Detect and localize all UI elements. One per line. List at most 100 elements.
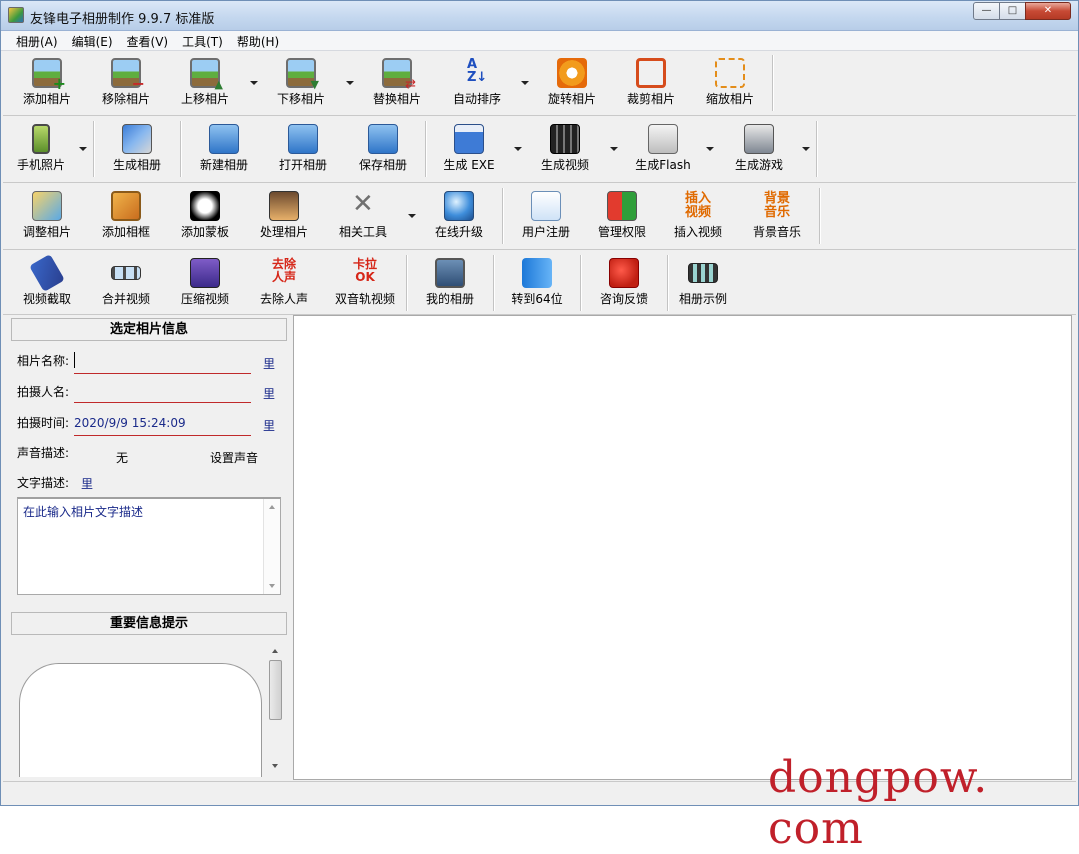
remove-voice-button[interactable]: 去除 人声 去除人声 bbox=[250, 251, 318, 315]
menu-help[interactable]: 帮助(H) bbox=[230, 31, 286, 50]
build-album-icon bbox=[122, 124, 152, 154]
album-example-button[interactable]: 相册示例 bbox=[669, 251, 737, 315]
manage-permission-button[interactable]: 管理权限 bbox=[588, 184, 656, 248]
replace-photo-label: 替换相片 bbox=[372, 92, 421, 106]
upgrade-globe-icon bbox=[444, 191, 474, 221]
photo-name-edit-button[interactable]: 里 bbox=[263, 355, 275, 372]
build-game-label: 生成游戏 bbox=[734, 158, 783, 172]
add-photo-button[interactable]: 添加相片 bbox=[13, 51, 81, 115]
toolbar-separator bbox=[819, 188, 821, 244]
build-video-button[interactable]: 生成视频 bbox=[531, 117, 599, 181]
open-album-icon bbox=[288, 124, 318, 154]
close-button[interactable]: ✕ bbox=[1025, 2, 1071, 20]
video-dropdown-arrow-icon[interactable] bbox=[610, 147, 618, 151]
photographer-edit-button[interactable]: 里 bbox=[263, 385, 275, 402]
exe-dropdown-arrow-icon[interactable] bbox=[514, 147, 522, 151]
photographer-field[interactable] bbox=[74, 382, 251, 403]
adjust-photo-button[interactable]: 调整相片 bbox=[13, 184, 81, 248]
dual-track-video-button[interactable]: 卡拉 OK 双音轨视频 bbox=[327, 251, 403, 315]
menu-edit[interactable]: 编辑(E) bbox=[65, 31, 120, 50]
game-dropdown-arrow-icon[interactable] bbox=[802, 147, 810, 151]
zoom-icon bbox=[715, 58, 745, 88]
rotate-photo-label: 旋转相片 bbox=[547, 92, 596, 106]
zoom-photo-label: 缩放相片 bbox=[705, 92, 754, 106]
feedback-button[interactable]: 咨询反馈 bbox=[590, 251, 658, 315]
background-music-button[interactable]: 背景 音乐 背景音乐 bbox=[743, 184, 811, 248]
new-album-icon bbox=[209, 124, 239, 154]
title-bar: 友锋电子相册制作 9.9.7 标准版 — □ ✕ bbox=[1, 1, 1078, 31]
remove-voice-icon: 去除 人声 bbox=[271, 257, 296, 284]
build-exe-button[interactable]: 生成 EXE bbox=[435, 117, 503, 181]
photo-preview-area[interactable] bbox=[293, 315, 1072, 780]
add-mask-button[interactable]: 添加蒙板 bbox=[171, 184, 239, 248]
open-album-button[interactable]: 打开相册 bbox=[269, 117, 337, 181]
merge-video-button[interactable]: 合并视频 bbox=[92, 251, 160, 315]
minimize-button[interactable]: — bbox=[973, 2, 1000, 20]
game-icon bbox=[744, 124, 774, 154]
text-caret bbox=[74, 352, 75, 368]
video-cut-button[interactable]: 视频截取 bbox=[13, 251, 81, 315]
process-photo-button[interactable]: 处理相片 bbox=[250, 184, 318, 248]
shoot-time-value: 2020/9/9 15:24:09 bbox=[74, 416, 186, 430]
shoot-time-edit-button[interactable]: 里 bbox=[263, 417, 275, 434]
rotate-photo-button[interactable]: 旋转相片 bbox=[538, 51, 606, 115]
flash-dropdown-arrow-icon[interactable] bbox=[706, 147, 714, 151]
menu-view[interactable]: 查看(V) bbox=[120, 31, 176, 50]
tips-scroll-thumb[interactable] bbox=[269, 660, 282, 720]
build-game-button[interactable]: 生成游戏 bbox=[725, 117, 793, 181]
add-photo-icon bbox=[32, 58, 66, 93]
dual-track-video-label: 双音轨视频 bbox=[334, 292, 395, 306]
build-exe-label: 生成 EXE bbox=[443, 158, 495, 172]
my-album-label: 我的相册 bbox=[425, 292, 474, 306]
remove-photo-label: 移除相片 bbox=[101, 92, 150, 106]
toolbar-photo-ops: 添加相片 移除相片 上移相片 下移相片 替换相片 AZ↓ 自动排序 旋转相片 bbox=[3, 51, 1076, 116]
build-album-button[interactable]: 生成相册 bbox=[103, 117, 171, 181]
text-desc-textarea[interactable]: 在此输入相片文字描述 bbox=[17, 497, 281, 595]
background-music-icon: 背景 音乐 bbox=[763, 191, 790, 220]
scroll-down-arrow-icon[interactable] bbox=[269, 584, 275, 588]
switch-64bit-button[interactable]: 转到64位 bbox=[503, 251, 571, 315]
phone-photo-button[interactable]: 手机照片 bbox=[7, 117, 75, 181]
move-up-photo-button[interactable]: 上移相片 bbox=[171, 51, 239, 115]
feedback-icon bbox=[609, 258, 639, 288]
my-album-button[interactable]: 我的相册 bbox=[416, 251, 484, 315]
move-up-dropdown-arrow-icon[interactable] bbox=[250, 81, 258, 85]
set-sound-button[interactable]: 设置声音 bbox=[210, 449, 258, 466]
online-upgrade-button[interactable]: 在线升级 bbox=[425, 184, 493, 248]
maximize-button[interactable]: □ bbox=[999, 2, 1026, 20]
replace-photo-button[interactable]: 替换相片 bbox=[363, 51, 431, 115]
move-down-dropdown-arrow-icon[interactable] bbox=[346, 81, 354, 85]
move-down-photo-button[interactable]: 下移相片 bbox=[267, 51, 335, 115]
move-up-photo-label: 上移相片 bbox=[180, 92, 229, 106]
user-register-button[interactable]: 用户注册 bbox=[512, 184, 580, 248]
remove-photo-button[interactable]: 移除相片 bbox=[92, 51, 160, 115]
online-upgrade-label: 在线升级 bbox=[434, 225, 483, 239]
auto-sort-dropdown-arrow-icon[interactable] bbox=[521, 81, 529, 85]
tips-scrollbar[interactable] bbox=[267, 644, 283, 774]
new-album-button[interactable]: 新建相册 bbox=[190, 117, 258, 181]
scroll-up-arrow-icon[interactable] bbox=[269, 505, 275, 509]
menu-tools[interactable]: 工具(T) bbox=[175, 31, 230, 50]
photo-name-field[interactable] bbox=[74, 353, 251, 374]
zoom-photo-button[interactable]: 缩放相片 bbox=[696, 51, 764, 115]
text-desc-edit-button[interactable]: 里 bbox=[81, 475, 93, 492]
tools-dropdown-arrow-icon[interactable] bbox=[408, 214, 416, 218]
crop-photo-button[interactable]: 裁剪相片 bbox=[617, 51, 685, 115]
video-cut-icon bbox=[29, 254, 65, 292]
watermark: dongpow. com bbox=[768, 752, 989, 854]
menu-album[interactable]: 相册(A) bbox=[9, 31, 65, 50]
related-tools-button[interactable]: 相关工具 bbox=[329, 184, 397, 248]
sort-az-icon: A Z↓ bbox=[467, 57, 488, 85]
build-flash-button[interactable]: 生成Flash bbox=[623, 117, 703, 181]
toolbar-album-ops: 手机照片 生成相册 新建相册 打开相册 保存相册 生成 EXE 生成视频 生成F… bbox=[3, 117, 1076, 183]
tips-scroll-up-arrow-icon[interactable] bbox=[272, 649, 278, 653]
toolbar-separator bbox=[180, 121, 182, 177]
compress-video-button[interactable]: 压缩视频 bbox=[171, 251, 239, 315]
auto-sort-button[interactable]: A Z↓ 自动排序 bbox=[443, 51, 511, 115]
add-frame-button[interactable]: 添加相框 bbox=[92, 184, 160, 248]
textarea-scrollbar[interactable] bbox=[263, 499, 280, 594]
save-album-button[interactable]: 保存相册 bbox=[349, 117, 417, 181]
insert-video-button[interactable]: 插入 视频 插入视频 bbox=[664, 184, 732, 248]
phone-dropdown-arrow-icon[interactable] bbox=[79, 147, 87, 151]
tips-scroll-down-arrow-icon[interactable] bbox=[272, 764, 278, 768]
